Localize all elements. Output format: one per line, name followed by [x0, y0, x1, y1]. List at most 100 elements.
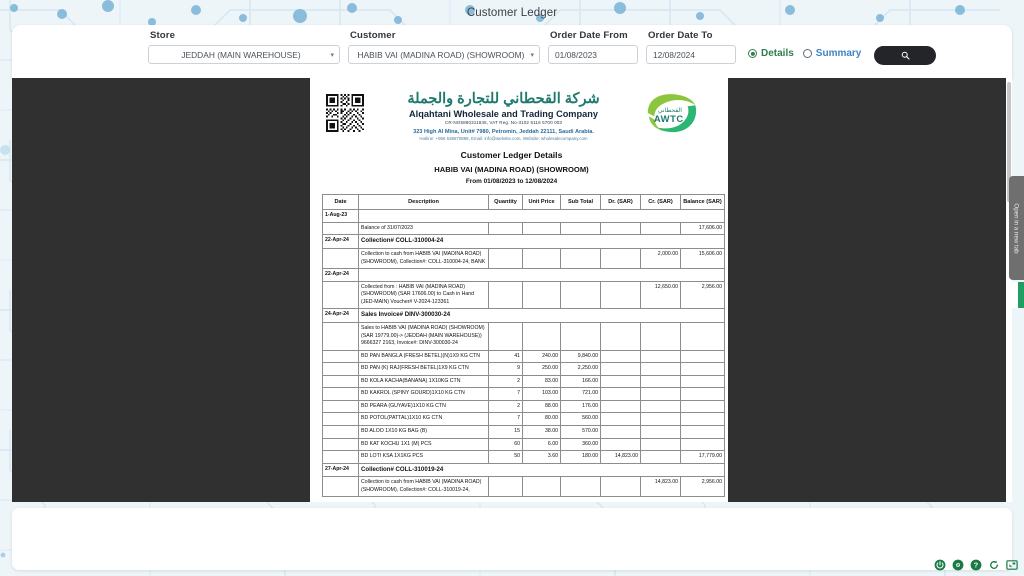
- cell-date: [322, 450, 359, 464]
- cell-sub: [560, 221, 601, 236]
- filter-card: Store JEDDAH (MAIN WAREHOUSE) ▾ Customer…: [12, 25, 1012, 78]
- store-value: JEDDAH (MAIN WAREHOUSE): [181, 49, 301, 60]
- side-tab-label: Open in a new tab: [1013, 202, 1021, 254]
- customer-select[interactable]: HABIB VAI (MADINA ROAD) (SHOWROOM) ▾: [348, 45, 540, 64]
- search-button[interactable]: [874, 46, 937, 65]
- cell-dr: [600, 362, 641, 376]
- status-icon-bar: ?: [934, 559, 1018, 571]
- refresh-icon[interactable]: [988, 559, 1000, 571]
- ledger-column-header: Quantity: [488, 194, 523, 211]
- cell-date: [322, 374, 359, 389]
- cell-desc: BD LOTI KSA 1X1KG PCS: [358, 450, 489, 464]
- cell-cr: 12,650.00: [640, 280, 681, 310]
- cell-desc: BD PAN BANGLA (FRESH BETEL)(N)1X9 KG CTN: [358, 349, 489, 364]
- cell-qty: [488, 221, 523, 236]
- table-row: 24-Apr-24 Sales Invoice# DINV-300030-24: [322, 308, 725, 324]
- ledger-table: Date Description Quantity Unit Price Sub Tot…: [322, 194, 725, 498]
- company-info: شركة القحطاني للتجارة والجملة Alqahtani …: [370, 90, 637, 141]
- radio-summary[interactable]: Summary: [802, 48, 861, 59]
- cell-price: 250.00: [522, 362, 561, 376]
- cell-price: [522, 322, 561, 351]
- cell-sub: 721.00: [560, 387, 601, 401]
- qr-code-icon: [326, 94, 364, 132]
- ledger-column-header: Unit Price: [522, 194, 561, 211]
- company-name-english: Alqahtani Wholesale and Trading Company: [409, 108, 598, 119]
- svg-text:AWTC: AWTC: [654, 113, 684, 124]
- filter-bar: Store JEDDAH (MAIN WAREHOUSE) ▾ Customer…: [12, 25, 1012, 78]
- cell-desc: Collection to cash from HABIB VAI (MADIN…: [358, 476, 489, 498]
- awtc-logo-icon: القحطاني AWTC: [647, 94, 697, 133]
- cell-price: 83.00: [522, 374, 561, 389]
- cell-dr: [600, 399, 641, 414]
- cell-qty: 9: [488, 362, 523, 376]
- help-icon[interactable]: ?: [970, 559, 982, 571]
- radio-details-label: Details: [761, 48, 794, 59]
- cell-desc: Collection to cash from HABIB VAI (MADIN…: [358, 248, 489, 270]
- cell-desc: BD PAN (K) RAJ(FRESH BETEL)1X9 KG CTN: [358, 362, 489, 376]
- cell-desc: BD ALOO 1X10 KG BAG (B): [358, 424, 489, 439]
- document-viewer: شركة القحطاني للتجارة والجملة Alqahtani …: [12, 78, 1012, 502]
- table-row: BD POTOL(PATTAL)1X10 KG CTN 7 80.00 560.00: [322, 412, 725, 426]
- cell-sub: [560, 322, 601, 351]
- table-row: Collection to cash from HABIB VAI (MADIN…: [322, 476, 725, 498]
- cell-date: [322, 280, 359, 310]
- ledger-column-header: Balance (SAR): [680, 194, 725, 211]
- cell-cr: [640, 450, 681, 464]
- cell-price: 80.00: [522, 412, 561, 426]
- chevron-down-icon: ▾: [530, 51, 534, 59]
- cell-dr: [600, 476, 641, 498]
- document-letterhead: شركة القحطاني للتجارة والجملة Alqahtani …: [322, 86, 701, 141]
- fullscreen-icon[interactable]: [1006, 559, 1018, 571]
- store-label: Store: [150, 30, 176, 41]
- customer-label: Customer: [350, 30, 396, 41]
- report-date-range: From 01/08/2023 to 12/08/2024: [465, 178, 558, 186]
- store-filter: Store JEDDAH (MAIN WAREHOUSE) ▾: [148, 30, 340, 64]
- cell-sub: 570.00: [560, 424, 601, 439]
- radio-details[interactable]: Details: [748, 48, 794, 59]
- cell-cr: [640, 322, 681, 351]
- table-row: BD KOLA KACHA(BANANA) 1X10KG CTN 2 83.00 16…: [322, 374, 725, 389]
- cell-bal: [680, 399, 725, 414]
- cell-description: Collection# COLL-310019-24: [358, 462, 725, 478]
- search-icon: [901, 51, 910, 60]
- order-date-to-value: 12/08/2024: [653, 49, 695, 60]
- cell-desc: BD KAKROL (SPINY GOURD)1X10 KG CTN: [358, 387, 489, 401]
- table-row: 22-Apr-24 Collection# COLL-310004-24: [322, 234, 725, 250]
- order-date-to-input[interactable]: 12/08/2024: [646, 45, 736, 64]
- cell-sub: [560, 248, 601, 270]
- order-date-from-input[interactable]: 01/08/2023: [548, 45, 638, 64]
- svg-text:?: ?: [974, 561, 978, 570]
- cell-qty: 7: [488, 387, 523, 401]
- table-row: BD PEARA (GUYAVE)1X10 KG CTN 2 88.00 176.00: [322, 399, 725, 414]
- cell-dr: [600, 248, 641, 270]
- ledger-document: شركة القحطاني للتجارة والجملة Alqahtani …: [310, 78, 725, 498]
- company-registration: CR-NO5880311845, VAT Reg. No-3102 6116 5…: [444, 120, 563, 126]
- report-customer: HABIB VAI (MADINA ROAD) (SHOWROOM): [434, 165, 589, 175]
- cell-sub: [560, 476, 601, 498]
- cell-price: 103.00: [522, 387, 561, 401]
- open-in-new-tab-handle[interactable]: Open in a new tab: [1009, 176, 1024, 280]
- cell-date: [322, 349, 359, 364]
- window-titlebar: Customer Ledger: [0, 0, 1024, 25]
- cell-bal: [680, 374, 725, 389]
- cell-price: [522, 248, 561, 270]
- power-icon[interactable]: [934, 559, 946, 571]
- cell-description: [358, 209, 725, 223]
- radio-summary-dot: [802, 49, 812, 58]
- table-row: Sales to HABIB VAI (MADINA ROAD) (SHOWRO…: [322, 322, 725, 351]
- table-row: BD LOTI KSA 1X1KG PCS 50 3.60 180.00 14,823.…: [322, 450, 725, 464]
- cell-price: 6.00: [522, 437, 561, 452]
- document-scroll-area[interactable]: شركة القحطاني للتجارة والجملة Alqahtani …: [310, 78, 728, 502]
- ledger-body: 1-Aug-23 Balance of 31/07/2023 17,606.00 22…: [322, 209, 725, 498]
- cell-bal: [680, 437, 725, 452]
- link-icon[interactable]: [952, 559, 964, 571]
- cell-desc: BD KAT KOCHU 1X1 (M) PCS: [358, 437, 489, 452]
- cell-bal: [680, 349, 725, 364]
- company-address: 323 High Al Mina, Unit# 7980, Petromin, …: [413, 129, 594, 136]
- cell-cr: [640, 362, 681, 376]
- store-select[interactable]: JEDDAH (MAIN WAREHOUSE) ▾: [148, 45, 340, 64]
- cell-price: 3.60: [522, 450, 561, 464]
- cell-qty: 2: [488, 399, 523, 414]
- cell-desc: BD POTOL(PATTAL)1X10 KG CTN: [358, 412, 489, 426]
- radio-details-dot: [748, 49, 757, 58]
